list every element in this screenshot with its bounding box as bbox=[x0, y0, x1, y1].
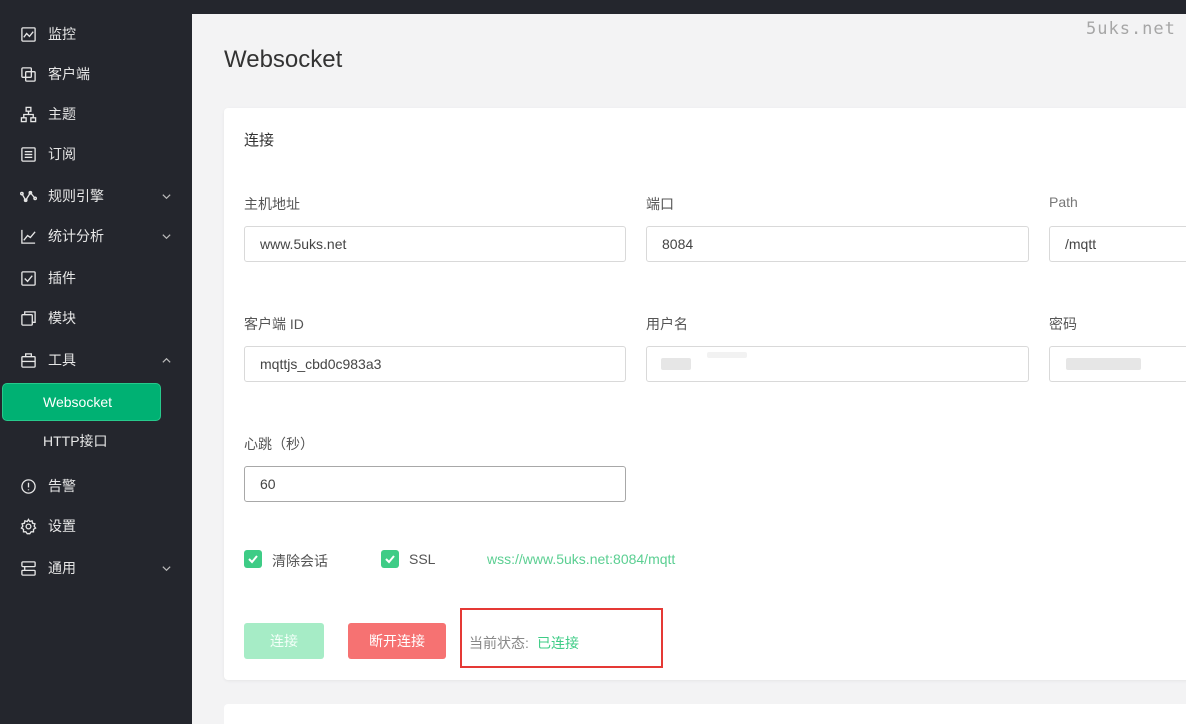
redacted-value bbox=[661, 358, 691, 370]
sidebar-item-label: 工具 bbox=[48, 352, 76, 368]
ssl-checkbox[interactable] bbox=[381, 550, 399, 568]
hierarchy-icon bbox=[19, 105, 37, 123]
client-id-input[interactable]: mqttjs_cbd0c983a3 bbox=[244, 346, 626, 382]
chevron-down-icon bbox=[160, 230, 172, 242]
rule-icon bbox=[19, 187, 37, 205]
main-content: Websocket 连接 主机地址 www.5uks.net 端口 8084 P… bbox=[192, 14, 1186, 724]
sidebar-item-label: 监控 bbox=[48, 26, 76, 42]
sidebar-item-modules[interactable]: 模块 bbox=[0, 298, 192, 338]
sidebar-item-monitor[interactable]: 监控 bbox=[0, 14, 192, 54]
sidebar-item-tools[interactable]: 工具 bbox=[0, 340, 192, 380]
alert-icon bbox=[19, 477, 37, 495]
sidebar-item-general[interactable]: 通用 bbox=[0, 548, 192, 588]
check-icon bbox=[248, 555, 258, 564]
sidebar-item-label: 设置 bbox=[48, 518, 76, 534]
chevron-up-icon bbox=[160, 354, 172, 366]
redacted-value bbox=[707, 352, 747, 358]
sidebar-item-topics[interactable]: 主题 bbox=[0, 94, 192, 134]
host-input[interactable]: www.5uks.net bbox=[244, 226, 626, 262]
connect-button[interactable]: 连接 bbox=[244, 623, 324, 659]
sidebar-item-label: 订阅 bbox=[48, 146, 76, 162]
sidebar-subitem-websocket[interactable]: Websocket bbox=[3, 384, 160, 420]
sidebar-item-label: 客户端 bbox=[48, 66, 90, 82]
status-value: 已连接 bbox=[537, 635, 579, 651]
sidebar-subitem-label: HTTP接口 bbox=[43, 433, 108, 449]
check-icon bbox=[385, 555, 395, 564]
password-label: 密码 bbox=[1049, 316, 1077, 332]
chart-icon bbox=[19, 25, 37, 43]
path-label: Path bbox=[1049, 194, 1078, 210]
keepalive-label: 心跳（秒） bbox=[244, 436, 314, 452]
sidebar-item-clients[interactable]: 客户端 bbox=[0, 54, 192, 94]
username-input[interactable] bbox=[646, 346, 1029, 382]
gear-icon bbox=[19, 517, 37, 535]
username-label: 用户名 bbox=[646, 316, 688, 332]
disconnect-button[interactable]: 断开连接 bbox=[348, 623, 446, 659]
module-icon bbox=[19, 309, 37, 327]
password-input[interactable] bbox=[1049, 346, 1186, 382]
copy-icon bbox=[19, 65, 37, 83]
port-label: 端口 bbox=[646, 196, 674, 212]
card-title: 连接 bbox=[244, 132, 275, 149]
watermark: 5uks.net bbox=[1086, 19, 1176, 39]
trend-icon bbox=[19, 227, 37, 245]
list-icon bbox=[19, 145, 37, 163]
chevron-down-icon bbox=[160, 190, 172, 202]
sidebar-item-rule-engine[interactable]: 规则引擎 bbox=[0, 176, 192, 216]
page-title: Websocket bbox=[224, 46, 343, 73]
sidebar-item-label: 通用 bbox=[48, 560, 76, 576]
sidebar-item-settings[interactable]: 设置 bbox=[0, 506, 192, 546]
checkbox-icon bbox=[19, 269, 37, 287]
port-input[interactable]: 8084 bbox=[646, 226, 1029, 262]
keepalive-input[interactable]: 60 bbox=[244, 466, 626, 502]
sidebar-subitem-label: Websocket bbox=[43, 394, 112, 410]
sidebar-item-statistics[interactable]: 统计分析 bbox=[0, 216, 192, 256]
ssl-label: SSL bbox=[409, 551, 436, 567]
sidebar-item-label: 统计分析 bbox=[48, 228, 104, 244]
connection-url: wss://www.5uks.net:8084/mqtt bbox=[487, 551, 676, 567]
sidebar-item-plugins[interactable]: 插件 bbox=[0, 258, 192, 298]
sidebar-item-label: 插件 bbox=[48, 270, 76, 286]
sidebar-subitem-http-api[interactable]: HTTP接口 bbox=[3, 423, 160, 459]
sidebar-item-subscriptions[interactable]: 订阅 bbox=[0, 134, 192, 174]
sidebar-item-label: 主题 bbox=[48, 106, 76, 122]
status-label: 当前状态: bbox=[469, 635, 529, 651]
clean-session-label: 清除会话 bbox=[272, 553, 328, 569]
sidebar-item-label: 模块 bbox=[48, 310, 76, 326]
top-bar bbox=[192, 0, 1186, 14]
server-icon bbox=[19, 559, 37, 577]
secondary-card bbox=[224, 704, 1186, 724]
sidebar-item-alarms[interactable]: 告警 bbox=[0, 466, 192, 506]
redacted-value bbox=[1066, 358, 1141, 370]
sidebar-item-label: 规则引擎 bbox=[48, 188, 104, 204]
clean-session-checkbox[interactable] bbox=[244, 550, 262, 568]
connection-card: 连接 主机地址 www.5uks.net 端口 8084 Path /mqtt … bbox=[224, 108, 1186, 680]
toolbox-icon bbox=[19, 351, 37, 369]
client-id-label: 客户端 ID bbox=[244, 316, 304, 332]
path-input[interactable]: /mqtt bbox=[1049, 226, 1186, 262]
sidebar-item-label: 告警 bbox=[48, 478, 76, 494]
sidebar: 监控 客户端 主题 订阅 规则引擎 统计分析 插件 模块 工具 Websocke… bbox=[0, 0, 192, 724]
host-label: 主机地址 bbox=[244, 196, 300, 212]
chevron-down-icon bbox=[160, 562, 172, 574]
